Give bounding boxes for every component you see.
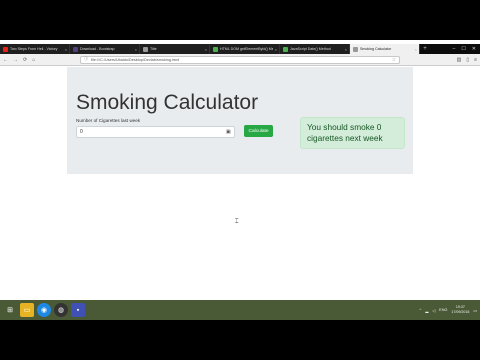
reload-icon[interactable]: ⟳ — [23, 57, 27, 63]
tab-title: Title — [150, 47, 157, 51]
home-icon[interactable]: ⌂ — [32, 57, 35, 63]
tab-title: Download - Bootstrap — [80, 47, 115, 51]
file-explorer-icon[interactable]: ▭ — [20, 303, 34, 317]
forward-icon[interactable]: → — [13, 57, 18, 63]
result-alert: You should smoke 0 cigarettes next week — [300, 117, 405, 149]
media-player-icon[interactable]: ◍ — [54, 303, 68, 317]
bookmark-star-icon[interactable]: ☆ — [392, 57, 396, 63]
tab-title: HTML DOM getElementById() Method — [220, 47, 273, 51]
navigation-bar: ← → ⟳ ⌂ ⓘ file:///C:/Users/Ubaldo/Deskto… — [0, 54, 480, 66]
tab-strip: Two Steps From Hell - Victory × Download -… — [0, 44, 480, 54]
browser-tab[interactable]: Two Steps From Hell - Victory × — [0, 44, 70, 54]
menu-icon[interactable]: ≡ — [474, 57, 477, 63]
jumbotron: Smoking Calculator Number of Cigarettes … — [67, 67, 413, 174]
window-controls: – ☐ ✕ — [453, 44, 480, 54]
maximize-icon[interactable]: ☐ — [461, 46, 465, 52]
back-icon[interactable]: ← — [3, 57, 8, 63]
page-title: Smoking Calculator — [76, 91, 259, 114]
sidebar-icon[interactable]: ▯ — [466, 57, 469, 63]
network-icon[interactable]: ▂ — [425, 308, 428, 313]
system-tray: ^ ▂ ◁ ENG 19:37 17/09/2018 ▭ — [420, 305, 477, 315]
firefox-icon[interactable]: ◉ — [37, 303, 51, 317]
tray-up-arrow-icon[interactable]: ^ — [420, 308, 422, 312]
tab-close-icon[interactable]: × — [135, 47, 139, 52]
tab-favicon-icon — [213, 46, 218, 52]
mouse-cursor-icon: ⌶ — [235, 219, 239, 225]
tab-close-icon[interactable]: × — [65, 47, 69, 52]
browser-tab[interactable]: HTML DOM getElementById() Method× — [210, 44, 280, 54]
tab-close-icon[interactable]: × — [415, 47, 419, 52]
browser-tab[interactable]: Smoking Calculator × — [350, 44, 420, 54]
notifications-icon[interactable]: ▭ — [473, 308, 477, 313]
tab-close-icon[interactable]: × — [275, 47, 279, 52]
tab-favicon-icon — [283, 46, 288, 52]
cigarettes-label: Number of Cigarettes last week — [76, 118, 141, 123]
taskbar: ⊞ ▭ ◉ ◍ ▪ ^ ▂ ◁ ENG 19:37 17/09/2018 ▭ — [0, 300, 480, 320]
editor-icon[interactable]: ▪ — [71, 303, 85, 317]
library-icon[interactable]: ▥ — [457, 57, 462, 63]
page-content: Smoking Calculator Number of Cigarettes … — [0, 67, 480, 302]
url-text: file:///C:/Users/Ubaldo/Desktop/Devlab/s… — [91, 57, 180, 62]
minimize-icon[interactable]: – — [453, 46, 456, 52]
tab-favicon-icon — [73, 46, 78, 52]
close-icon[interactable]: ✕ — [472, 46, 476, 52]
language-indicator[interactable]: ENG — [439, 308, 447, 312]
letterbox-top — [0, 0, 480, 40]
new-tab-button[interactable]: + — [420, 44, 430, 54]
tab-favicon-icon — [143, 46, 148, 52]
letterbox-bottom — [0, 320, 480, 360]
address-bar[interactable]: ⓘ file:///C:/Users/Ubaldo/Desktop/Devlab… — [80, 55, 401, 64]
browser-tab[interactable]: Download - Bootstrap × — [70, 44, 140, 54]
volume-icon[interactable]: ◁ — [432, 308, 435, 313]
tab-title: JavaScript Date() Method — [290, 47, 331, 51]
input-extension-icon[interactable]: ▣ — [226, 129, 232, 135]
clock[interactable]: 19:37 17/09/2018 — [451, 305, 469, 315]
browser-tab[interactable]: Title × — [140, 44, 210, 54]
tab-close-icon[interactable]: × — [205, 47, 209, 52]
tab-favicon-icon — [353, 46, 358, 52]
clock-date: 17/09/2018 — [451, 310, 470, 314]
tab-favicon-icon — [3, 46, 8, 52]
cigarettes-input[interactable] — [76, 126, 235, 138]
info-icon: ⓘ — [84, 57, 89, 61]
tab-close-icon[interactable]: × — [345, 47, 349, 52]
browser-tab[interactable]: JavaScript Date() Method × — [280, 44, 350, 54]
tab-title: Smoking Calculator — [360, 47, 392, 51]
calculate-button[interactable]: Calculate — [244, 125, 273, 137]
start-icon[interactable]: ⊞ — [3, 303, 17, 317]
tab-title: Two Steps From Hell - Victory — [10, 47, 58, 51]
